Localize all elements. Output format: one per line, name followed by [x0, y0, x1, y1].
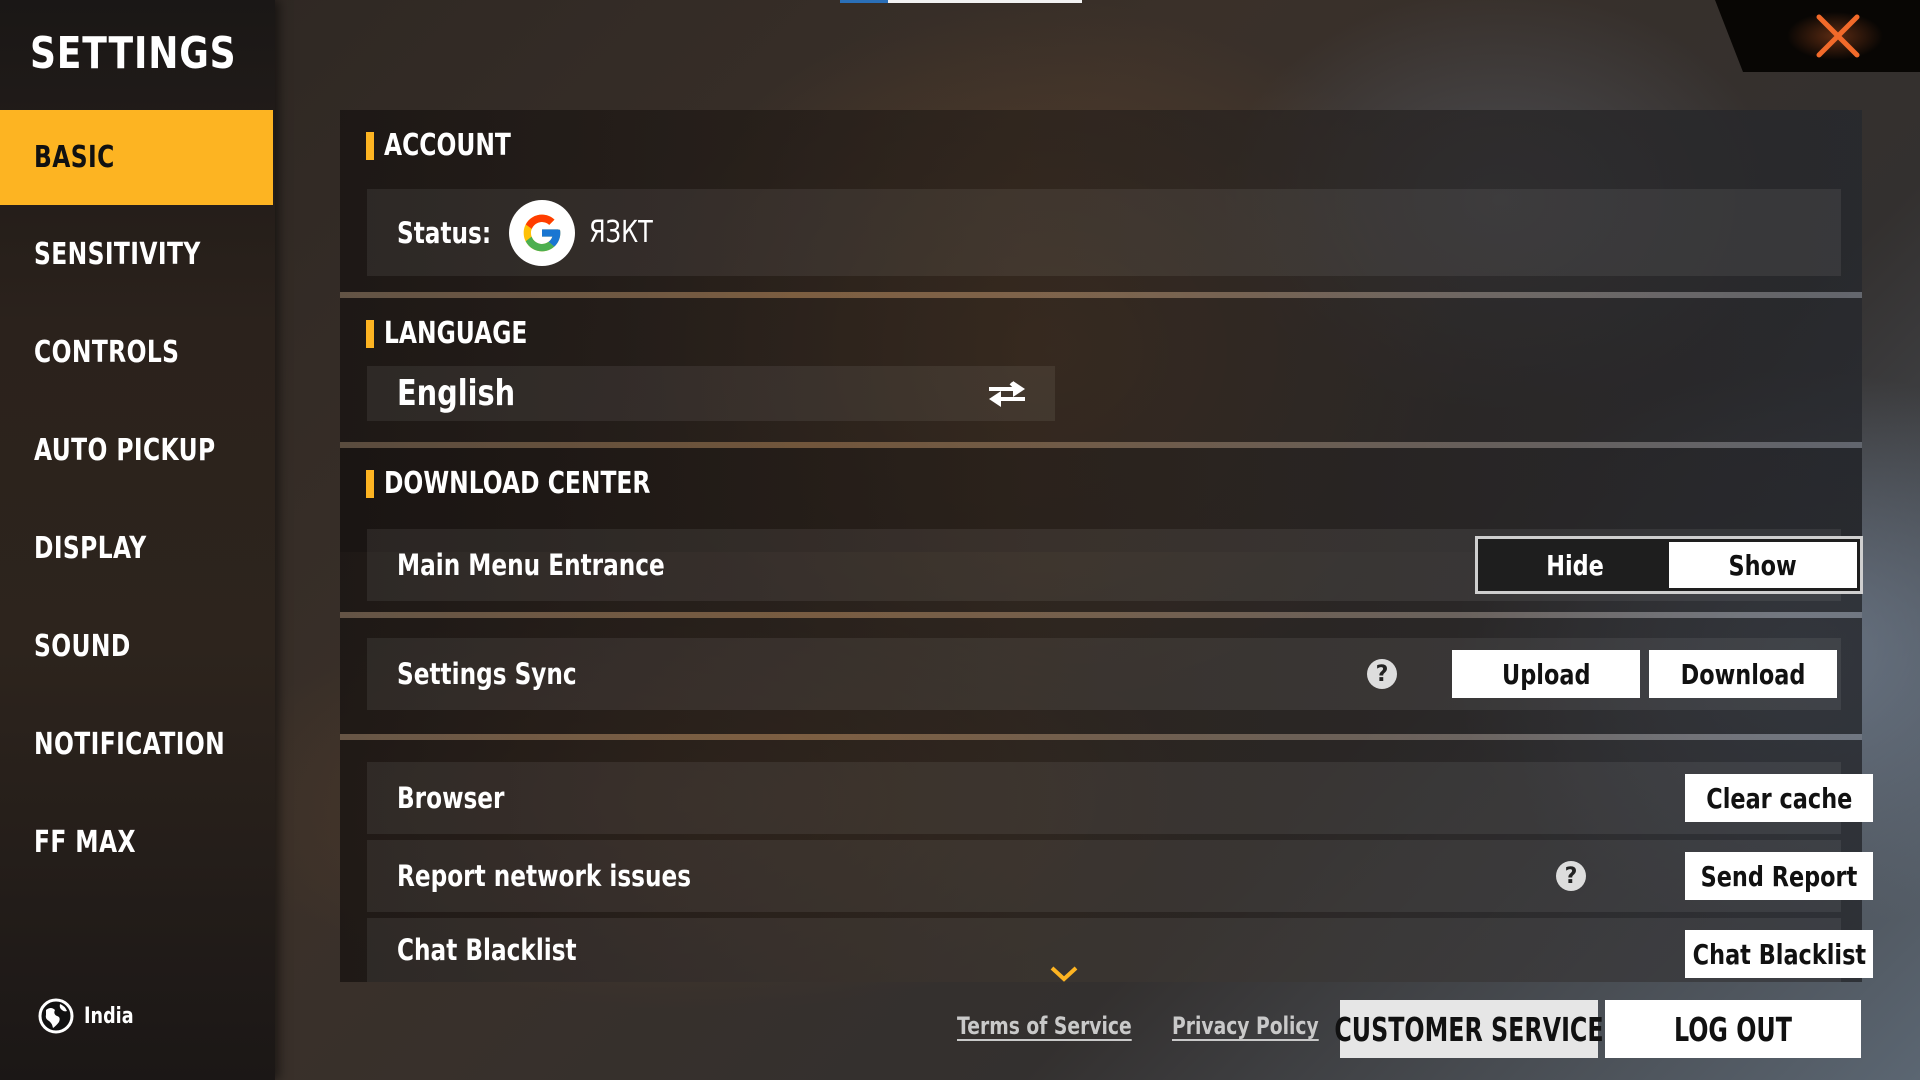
toggle-option-hide[interactable]: Hide: [1481, 542, 1669, 588]
settings-panel: ACCOUNT Status: ЯЗКТ LANGUAGE English DO…: [340, 110, 1873, 982]
section-title-text: DOWNLOAD CENTER: [384, 466, 651, 501]
privacy-policy-link[interactable]: Privacy Policy: [1172, 1012, 1319, 1040]
top-progress-fill: [840, 0, 889, 3]
terms-of-service-link[interactable]: Terms of Service: [957, 1012, 1132, 1040]
toggle-option-show[interactable]: Show: [1669, 542, 1857, 588]
section-title-text: LANGUAGE: [384, 316, 528, 351]
top-progress-track: [888, 0, 1082, 3]
close-button[interactable]: [1715, 0, 1920, 72]
account-section-title: ACCOUNT: [366, 128, 547, 163]
upload-button-label: Upload: [1501, 657, 1591, 691]
scroll-down-chevron-icon[interactable]: [1048, 964, 1080, 984]
sidebar-item-label: BASIC: [34, 140, 115, 175]
status-label: Status:: [397, 215, 492, 250]
sidebar-nav: BASIC SENSITIVITY CONTROLS AUTO PICKUP D…: [0, 110, 273, 891]
sidebar-item-auto-pickup[interactable]: AUTO PICKUP: [0, 401, 273, 499]
settings-sync-help-icon[interactable]: ?: [1367, 659, 1397, 689]
main-menu-entrance-toggle[interactable]: Hide Show: [1475, 536, 1863, 594]
sidebar-item-label: SENSITIVITY: [34, 236, 201, 272]
sidebar-item-display[interactable]: DISPLAY: [0, 499, 273, 597]
download-center-section: DOWNLOAD CENTER Main Menu Entrance Hide …: [340, 448, 1863, 612]
logout-label: LOG OUT: [1674, 1009, 1792, 1049]
sidebar-item-label: CONTROLS: [34, 334, 180, 370]
region-selector[interactable]: India: [38, 998, 146, 1034]
top-progress-bar: [840, 0, 1082, 3]
send-report-button[interactable]: Send Report: [1685, 852, 1873, 900]
sidebar-item-label: AUTO PICKUP: [34, 432, 216, 468]
account-section: ACCOUNT Status: ЯЗКТ: [340, 110, 1862, 292]
download-center-section-title: DOWNLOAD CENTER: [366, 466, 726, 501]
section-marker: [366, 469, 374, 498]
main-menu-entrance-row: Main Menu Entrance Hide Show: [367, 529, 1863, 601]
chat-blacklist-button[interactable]: Chat Blacklist: [1685, 930, 1873, 978]
report-network-row: Report network issues ? Send Report: [367, 840, 1873, 912]
main-menu-entrance-label: Main Menu Entrance: [397, 548, 665, 582]
swap-arrows-icon: [989, 381, 1025, 407]
sidebar-item-sound[interactable]: SOUND: [0, 597, 273, 695]
settings-sync-row: Settings Sync ? Upload Download: [367, 638, 1841, 710]
settings-sync-label: Settings Sync: [397, 657, 577, 691]
send-report-button-label: Send Report: [1700, 859, 1858, 893]
settings-title: SETTINGS: [30, 28, 237, 79]
account-username: ЯЗКТ: [589, 215, 653, 250]
report-help-icon[interactable]: ?: [1556, 861, 1586, 891]
browser-label: Browser: [397, 781, 505, 815]
sidebar-item-ff-max[interactable]: FF MAX: [0, 793, 273, 891]
misc-section: Browser Clear cache Report network issue…: [340, 740, 1873, 982]
sidebar-item-notification[interactable]: NOTIFICATION: [0, 695, 273, 793]
sidebar-item-label: FF MAX: [34, 824, 136, 860]
language-current: English: [397, 373, 516, 414]
clear-cache-button-label: Clear cache: [1705, 781, 1853, 815]
logout-button[interactable]: LOG OUT: [1605, 1000, 1861, 1058]
language-selector[interactable]: English: [367, 366, 1055, 421]
google-icon: [509, 200, 575, 266]
sidebar-item-basic[interactable]: BASIC: [0, 110, 273, 205]
toggle-option-label: Show: [1728, 548, 1798, 582]
customer-service-button[interactable]: CUSTOMER SERVICE: [1334, 1000, 1604, 1058]
sidebar-item-sensitivity[interactable]: SENSITIVITY: [0, 205, 273, 303]
report-network-label: Report network issues: [397, 859, 692, 893]
toggle-option-label: Hide: [1546, 548, 1604, 582]
download-button-label: Download: [1680, 657, 1806, 691]
close-icon: [1816, 14, 1859, 58]
settings-sync-section: Settings Sync ? Upload Download: [340, 618, 1862, 734]
customer-service-label: CUSTOMER SERVICE: [1334, 1009, 1604, 1049]
sidebar: SETTINGS BASIC SENSITIVITY CONTROLS AUTO…: [0, 0, 275, 1080]
chat-blacklist-button-label: Chat Blacklist: [1692, 937, 1866, 971]
globe-icon: [38, 998, 74, 1034]
download-button[interactable]: Download: [1649, 650, 1837, 698]
section-title-text: ACCOUNT: [384, 128, 511, 163]
clear-cache-button[interactable]: Clear cache: [1685, 774, 1873, 822]
sidebar-item-label: SOUND: [34, 628, 131, 664]
browser-row: Browser Clear cache: [367, 762, 1873, 834]
region-label: India: [84, 1003, 134, 1029]
upload-button[interactable]: Upload: [1452, 650, 1640, 698]
account-status-row: Status: ЯЗКТ: [367, 189, 1841, 276]
section-marker: [366, 131, 374, 160]
sidebar-item-label: NOTIFICATION: [34, 726, 226, 762]
section-marker: [366, 319, 374, 348]
sidebar-item-label: DISPLAY: [34, 530, 147, 566]
language-section-title: LANGUAGE: [366, 316, 568, 351]
chat-blacklist-row: Chat Blacklist Chat Blacklist: [367, 918, 1873, 982]
sidebar-item-controls[interactable]: CONTROLS: [0, 303, 273, 401]
chat-blacklist-label: Chat Blacklist: [397, 933, 577, 967]
